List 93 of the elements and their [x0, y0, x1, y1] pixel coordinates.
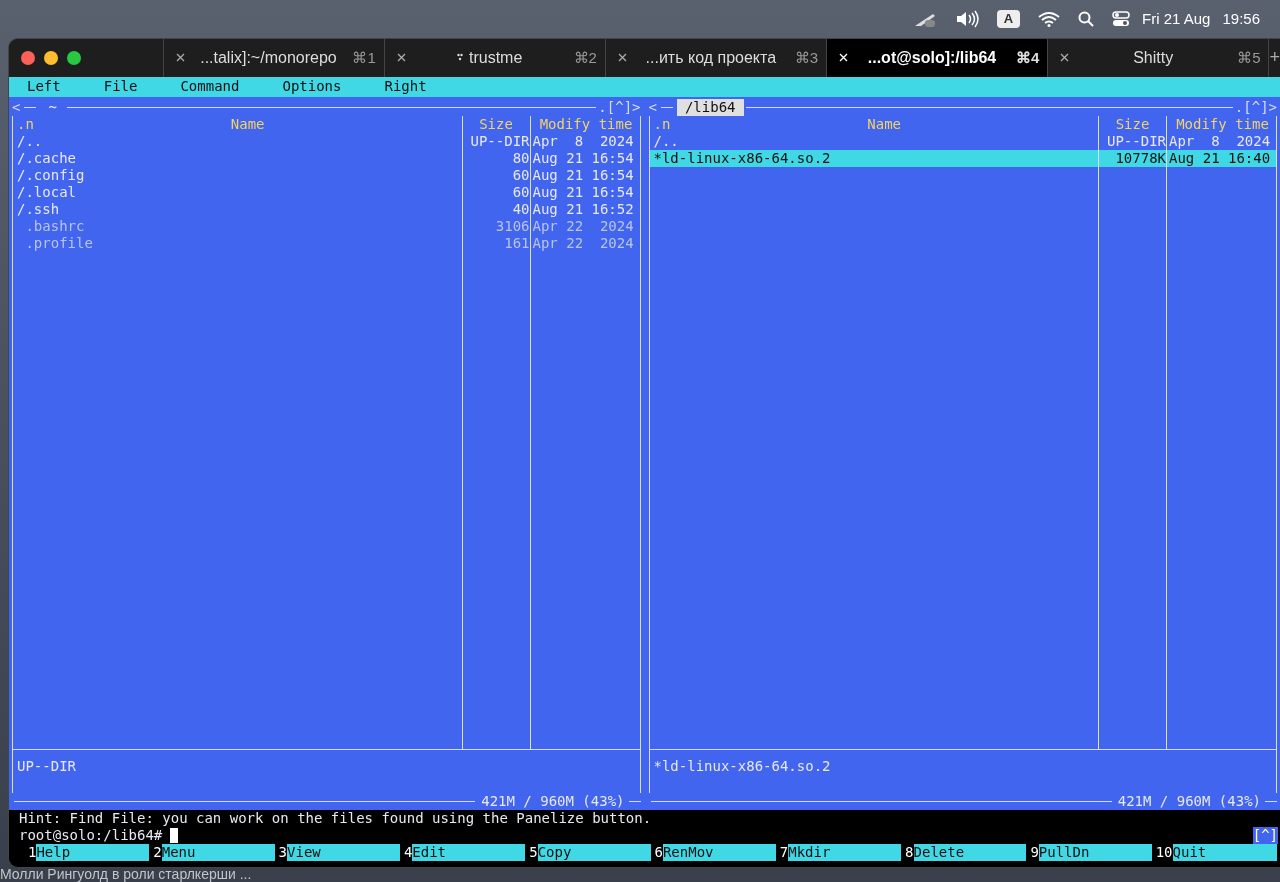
- close-window-button[interactable]: [21, 50, 35, 65]
- tab-shortcut: ⌘1: [352, 48, 376, 67]
- shell-prompt: root@solo:/lib64#: [19, 827, 163, 844]
- control-center-icon[interactable]: [1112, 9, 1131, 28]
- file-name[interactable]: /.cache: [13, 149, 462, 167]
- background-window-text: Молли Рингуолд в роли старлкерши ...: [0, 866, 253, 882]
- file-size: UP--DIR: [461, 132, 530, 150]
- file-name[interactable]: /.config: [13, 166, 462, 184]
- disk-usage: 421M / 960M (43%): [1116, 793, 1262, 810]
- file-size: 10778K: [1098, 149, 1166, 167]
- function-key-number: 4: [402, 844, 413, 861]
- file-date: Apr 22 2024: [529, 234, 640, 252]
- hint-line: Hint: Find File: you can work on the files found using the Panelize button.: [18, 810, 653, 827]
- tab-title: ...ить код проекта: [645, 48, 777, 67]
- function-key-button[interactable]: Edit: [412, 844, 526, 861]
- close-tab-icon[interactable]: [617, 53, 627, 63]
- history-button[interactable]: [^]: [1252, 827, 1278, 844]
- file-name[interactable]: /..: [649, 132, 1098, 150]
- search-icon[interactable]: [1078, 10, 1095, 27]
- file-date: Apr 8 2024: [529, 132, 640, 150]
- input-source-indicator[interactable]: A: [996, 9, 1021, 28]
- function-key-number: 6: [653, 844, 663, 861]
- tab-title: Shitty: [1133, 48, 1174, 67]
- function-key-button[interactable]: Quit: [1172, 844, 1277, 861]
- file-date: Aug 21 16:40: [1166, 149, 1276, 167]
- function-key-number: 1: [27, 844, 37, 861]
- menu-item[interactable]: File: [103, 77, 138, 97]
- file-name[interactable]: *ld-linux-x86-64.so.2: [649, 149, 1098, 167]
- volume-icon[interactable]: [954, 9, 979, 28]
- function-key-button[interactable]: View: [287, 844, 400, 861]
- file-size: 60: [461, 166, 530, 184]
- tab-title: ...talix]:~/monorepo: [200, 48, 337, 67]
- file-date: Aug 21 16:52: [529, 200, 640, 218]
- menu-item[interactable]: Command: [180, 77, 240, 97]
- panel-marker[interactable]: <: [12, 98, 21, 116]
- tab-shortcut: ⌘5: [1237, 48, 1261, 67]
- file-size: UP--DIR: [1098, 132, 1166, 150]
- function-key-number: 9: [1029, 844, 1039, 861]
- file-size: 40: [461, 200, 530, 218]
- file-size: 80: [461, 149, 530, 167]
- zoom-window-button[interactable]: [67, 50, 81, 65]
- function-key-number: 2: [152, 844, 162, 861]
- file-name[interactable]: /..: [13, 132, 462, 150]
- file-date: Aug 21 16:54: [529, 183, 640, 201]
- panel-marker[interactable]: <: [648, 98, 657, 116]
- panel-marker[interactable]: .[^]>: [1234, 98, 1277, 116]
- function-key-button[interactable]: PullDn: [1038, 844, 1152, 861]
- function-key-number: 10: [1154, 844, 1173, 861]
- disk-usage: 421M / 960M (43%): [480, 793, 626, 810]
- new-tab-button[interactable]: +: [1269, 38, 1280, 77]
- close-tab-icon[interactable]: [175, 53, 185, 63]
- function-key-button[interactable]: Menu: [161, 844, 275, 861]
- function-key-number: 8: [904, 844, 914, 861]
- close-tab-icon[interactable]: [396, 53, 406, 63]
- menu-item[interactable]: Left: [27, 77, 61, 97]
- panel-status: UP--DIR: [17, 758, 76, 774]
- tab-title: trustme: [468, 48, 523, 67]
- file-size: 161: [461, 234, 530, 252]
- panel-status: *ld-linux-x86-64.so.2: [653, 758, 831, 774]
- function-key-button[interactable]: Mkdir: [788, 844, 902, 861]
- wifi-icon[interactable]: [1038, 10, 1061, 27]
- panel-marker[interactable]: .[^]>: [598, 98, 641, 116]
- file-size: 60: [461, 183, 530, 201]
- tab-shortcut: ⌘3: [794, 48, 819, 67]
- function-key-button[interactable]: RenMov: [662, 844, 776, 861]
- file-date: Apr 8 2024: [1166, 132, 1276, 150]
- terminal-tab[interactable]: trustme ⌘2: [384, 38, 606, 77]
- close-tab-icon[interactable]: [1060, 53, 1070, 63]
- terminal-tab[interactable]: Shitty ⌘5: [1048, 38, 1270, 77]
- file-size: 3106: [461, 217, 530, 235]
- function-key-number: 5: [528, 844, 538, 861]
- terminal-tab[interactable]: ...talix]:~/monorepo ⌘1: [163, 38, 385, 77]
- tab-shortcut: ⌘4: [1015, 48, 1040, 67]
- activity-dots-icon: [456, 52, 463, 63]
- menubar-date[interactable]: Fri 21 Aug: [1142, 10, 1211, 28]
- menubar-time[interactable]: 19:56: [1222, 10, 1260, 28]
- text-cursor: [170, 828, 179, 843]
- file-name[interactable]: /.ssh: [13, 200, 462, 218]
- file-date: Apr 22 2024: [529, 217, 640, 235]
- panel-path: ~: [47, 98, 58, 116]
- tab-title: ...ot@solo]:/lib64: [867, 48, 997, 67]
- menu-item[interactable]: Options: [282, 77, 342, 97]
- file-date: Aug 21 16:54: [529, 166, 640, 184]
- menu-item[interactable]: Right: [384, 77, 427, 97]
- function-key-button[interactable]: Delete: [913, 844, 1027, 861]
- panel-path: /lib64: [676, 98, 744, 116]
- tab-shortcut: ⌘2: [573, 48, 597, 67]
- terminal-tab[interactable]: ...ot@solo]:/lib64 ⌘4: [827, 38, 1049, 77]
- file-name[interactable]: /.local: [13, 183, 462, 201]
- function-key-button[interactable]: Copy: [537, 844, 651, 861]
- file-date: Aug 21 16:54: [529, 149, 640, 167]
- minimize-window-button[interactable]: [44, 50, 58, 65]
- function-key-button[interactable]: Help: [36, 844, 150, 861]
